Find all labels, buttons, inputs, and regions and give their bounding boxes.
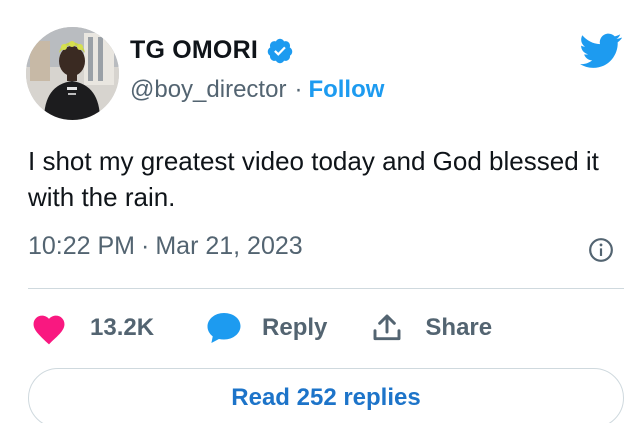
speech-bubble-icon	[206, 311, 242, 345]
timestamp-separator: ·	[141, 232, 150, 260]
tweet-text: I shot my greatest video today and God b…	[28, 146, 599, 212]
read-replies-label: Read 252 replies	[231, 384, 421, 411]
handle-separator: ·	[294, 76, 303, 103]
action-bar: 13.2K Reply Share	[30, 308, 492, 348]
tweet-timestamp[interactable]: 10:22 PM · Mar 21, 2023	[28, 232, 303, 261]
display-name-row: TG OMORI	[130, 36, 294, 65]
avatar[interactable]	[26, 27, 119, 120]
reply-label: Reply	[262, 314, 328, 341]
follow-button[interactable]: Follow	[308, 76, 384, 104]
verified-badge-icon	[266, 37, 294, 65]
tweet-card: TG OMORI @boy_director · Follow I shot m…	[0, 0, 639, 423]
twitter-bird-icon[interactable]	[580, 33, 622, 69]
share-label: Share	[425, 314, 493, 341]
tweet-time: 10:22 PM	[28, 232, 136, 260]
author-handle[interactable]: @boy_director	[130, 76, 286, 104]
reply-button[interactable]: Reply	[206, 311, 327, 345]
handle-row: @boy_director · Follow	[130, 76, 384, 104]
tweet-date: Mar 21, 2023	[155, 232, 303, 260]
info-icon[interactable]	[588, 237, 614, 263]
divider	[28, 288, 624, 289]
like-button[interactable]: 13.2K	[30, 311, 154, 345]
read-replies-button[interactable]: Read 252 replies	[28, 368, 624, 423]
share-upload-icon	[371, 311, 403, 345]
display-name[interactable]: TG OMORI	[130, 36, 258, 65]
avatar-image	[26, 27, 119, 120]
like-count: 13.2K	[90, 314, 155, 341]
share-button[interactable]: Share	[371, 311, 492, 345]
heart-icon	[30, 311, 68, 345]
